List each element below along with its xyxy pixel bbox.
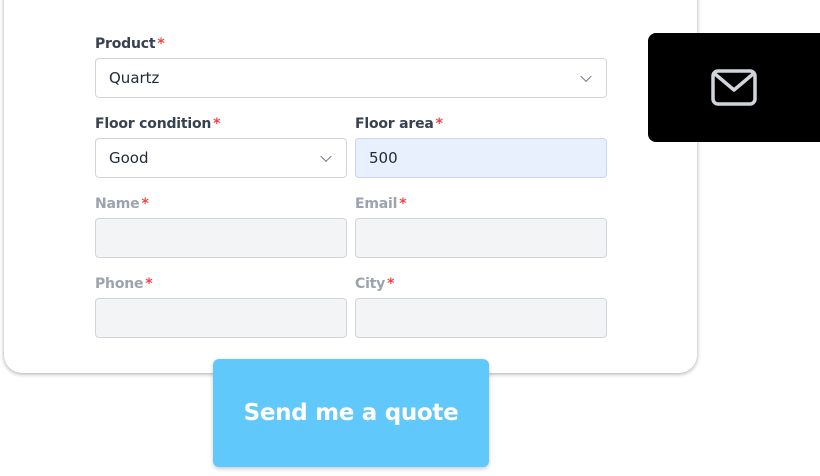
required-mark: *: [387, 276, 395, 292]
required-mark: *: [141, 196, 149, 212]
contact-mail-button[interactable]: [648, 33, 820, 142]
required-mark: *: [213, 116, 221, 132]
city-label: City *: [355, 276, 395, 292]
phone-label: Phone *: [95, 276, 153, 292]
floor-area-input[interactable]: 500: [355, 138, 607, 178]
required-mark: *: [157, 36, 165, 52]
email-field[interactable]: [355, 218, 607, 258]
product-value: Quartz: [109, 69, 160, 87]
floor-condition-value: Good: [109, 149, 149, 167]
chevron-down-icon: [580, 70, 592, 83]
floor-area-value: 500: [369, 149, 398, 167]
product-select[interactable]: Quartz: [95, 58, 607, 98]
required-mark: *: [435, 116, 443, 132]
email-label: Email *: [355, 196, 407, 212]
city-field[interactable]: [355, 298, 607, 338]
chevron-down-icon: [320, 150, 332, 163]
floor-condition-label: Floor condition *: [95, 116, 221, 132]
floor-area-label: Floor area *: [355, 116, 443, 132]
required-mark: *: [399, 196, 407, 212]
envelope-icon: [711, 68, 757, 106]
name-field[interactable]: [95, 218, 347, 258]
floor-condition-select[interactable]: Good: [95, 138, 347, 178]
required-mark: *: [145, 276, 153, 292]
name-label: Name *: [95, 196, 149, 212]
phone-field[interactable]: [95, 298, 347, 338]
send-quote-button[interactable]: Send me a quote: [213, 359, 489, 467]
product-label: Product *: [95, 36, 165, 52]
